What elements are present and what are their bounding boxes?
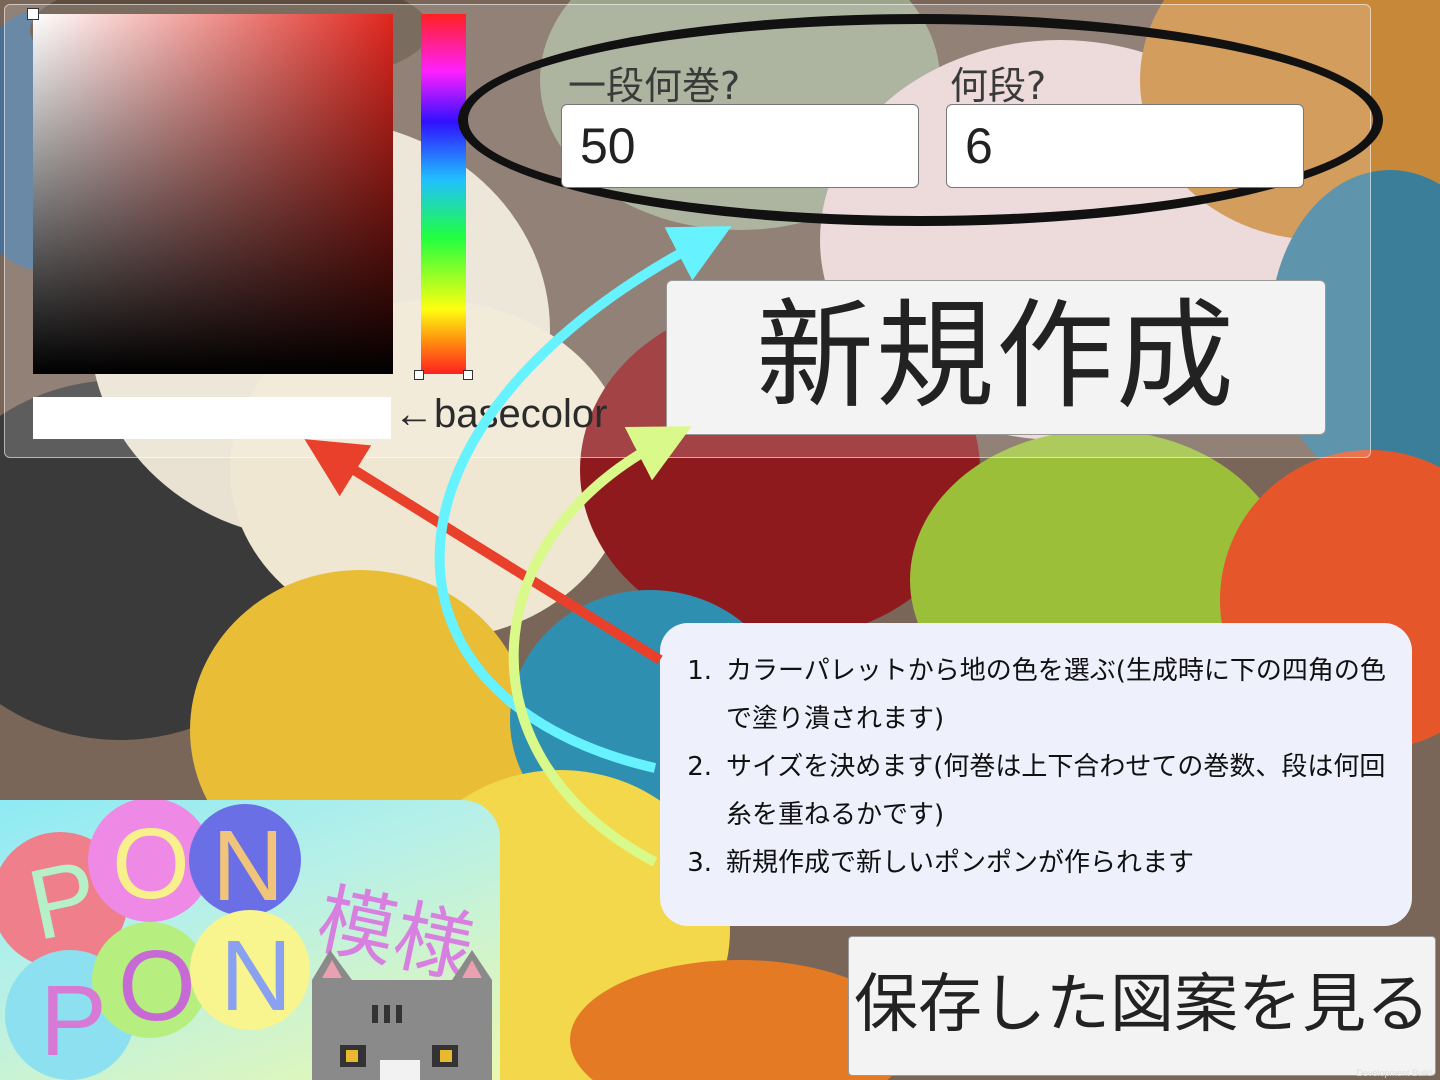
hue-slider[interactable] xyxy=(421,14,466,374)
instruction-item: 3. 新規作成で新しいポンポンが作られます xyxy=(672,839,1394,887)
rolls-input[interactable]: 50 xyxy=(561,104,919,188)
instruction-item: 2. サイズを決めます(何巻は上下合わせての巻数、段は何回糸を重ねるかです) xyxy=(672,743,1394,839)
logo-o2: O xyxy=(118,930,196,1042)
base-color-swatch xyxy=(33,397,391,439)
rolls-label: 一段何巻? xyxy=(568,64,741,108)
ponpon-logo: P O N P O N 模様 xyxy=(0,800,500,1080)
saturation-value-picker[interactable] xyxy=(33,14,393,374)
hue-handle-left[interactable] xyxy=(414,370,424,380)
logo-p2: P xyxy=(40,965,107,1077)
base-color-label: ←basecolor xyxy=(394,392,608,436)
rows-input[interactable]: 6 xyxy=(946,104,1304,188)
instruction-text: 新規作成で新しいポンポンが作られます xyxy=(726,848,1195,878)
logo-n2: N xyxy=(220,920,292,1032)
logo-n1: N xyxy=(212,810,284,922)
development-build-label: Development Build xyxy=(1356,1068,1432,1078)
saturation-value-handle[interactable] xyxy=(27,8,39,20)
logo-graphic: P O N P O N 模様 xyxy=(0,800,492,1080)
rows-label: 何段? xyxy=(950,64,1047,108)
hue-handle-right[interactable] xyxy=(463,370,473,380)
instruction-number: 1. xyxy=(687,656,712,686)
logo-o1: O xyxy=(112,808,190,920)
instruction-number: 2. xyxy=(687,752,712,782)
instruction-text: サイズを決めます(何巻は上下合わせての巻数、段は何回糸を重ねるかです) xyxy=(726,752,1386,830)
new-button[interactable]: 新規作成 xyxy=(666,280,1326,435)
view-saved-designs-button[interactable]: 保存した図案を見る xyxy=(848,936,1436,1076)
instructions-box: 1. カラーパレットから地の色を選ぶ(生成時に下の四角の色で塗り潰されます) 2… xyxy=(660,623,1412,926)
instruction-number: 3. xyxy=(687,848,712,878)
instruction-item: 1. カラーパレットから地の色を選ぶ(生成時に下の四角の色で塗り潰されます) xyxy=(672,647,1394,743)
instruction-text: カラーパレットから地の色を選ぶ(生成時に下の四角の色で塗り潰されます) xyxy=(726,656,1386,734)
